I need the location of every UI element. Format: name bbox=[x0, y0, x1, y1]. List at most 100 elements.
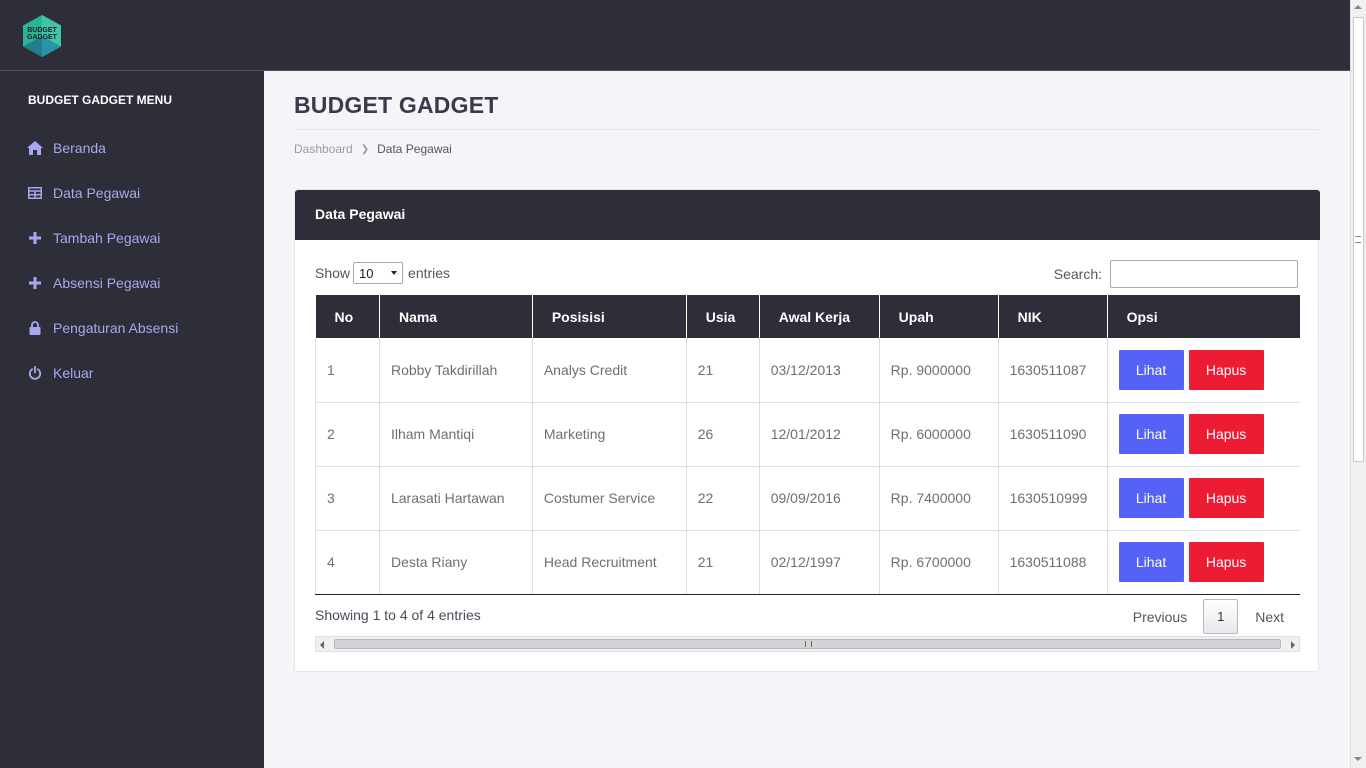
delete-button[interactable]: Hapus bbox=[1188, 349, 1264, 390]
delete-button[interactable]: Hapus bbox=[1188, 414, 1264, 454]
search-control: Search: bbox=[1054, 260, 1298, 288]
cell-usia: 21 bbox=[686, 338, 760, 403]
column-header-usia[interactable]: Usia bbox=[686, 295, 760, 338]
scroll-right-icon[interactable] bbox=[1291, 641, 1295, 649]
view-button[interactable]: Lihat bbox=[1118, 542, 1184, 582]
cell-no: 2 bbox=[315, 402, 380, 467]
show-label: Show bbox=[315, 265, 351, 281]
cell-opsi: Lihat Hapus bbox=[1107, 338, 1300, 403]
table-row: 4 Desta Riany Head Recruitment 21 02/12/… bbox=[315, 530, 1300, 595]
column-header-opsi: Opsi bbox=[1107, 295, 1300, 338]
next-page-button[interactable]: Next bbox=[1255, 609, 1284, 625]
table-row: 2 Ilham Mantiqi Marketing 26 12/01/2012 … bbox=[315, 402, 1300, 467]
scroll-left-icon[interactable] bbox=[320, 641, 324, 649]
sidebar-item-label: Tambah Pegawai bbox=[53, 230, 161, 246]
cell-upah: Rp. 6700000 bbox=[879, 530, 999, 595]
sidebar-item-label: Absensi Pegawai bbox=[53, 275, 161, 291]
sidebar-item-label: Beranda bbox=[53, 140, 106, 156]
cell-awal-kerja: 09/09/2016 bbox=[759, 466, 880, 531]
table-horizontal-scrollbar[interactable] bbox=[315, 636, 1300, 652]
pagination: Previous 1 Next bbox=[1133, 599, 1298, 634]
cell-awal-kerja: 02/12/1997 bbox=[759, 530, 880, 595]
home-icon bbox=[27, 140, 43, 156]
sidebar-title: BUDGET GADGET MENU bbox=[28, 93, 172, 107]
logo-text-line2: GADGET bbox=[27, 34, 57, 41]
column-header-nik[interactable]: NIK bbox=[998, 295, 1108, 338]
cell-posisi: Costumer Service bbox=[532, 466, 687, 531]
table-icon bbox=[27, 185, 43, 201]
cell-no: 3 bbox=[315, 466, 380, 531]
cell-upah: Rp. 9000000 bbox=[879, 338, 999, 403]
top-bar: BUDGET GADGET bbox=[0, 0, 1350, 71]
cell-upah: Rp. 6000000 bbox=[879, 402, 999, 467]
view-button[interactable]: Lihat bbox=[1118, 478, 1184, 518]
sidebar-item-data-pegawai[interactable]: Data Pegawai bbox=[27, 182, 140, 204]
entries-label: entries bbox=[408, 265, 451, 281]
column-header-upah[interactable]: Upah bbox=[879, 295, 999, 338]
page-scrollbar[interactable] bbox=[1350, 0, 1366, 768]
cell-nik: 1630511090 bbox=[998, 402, 1108, 467]
breadcrumb-dashboard-link[interactable]: Dashboard bbox=[294, 142, 353, 156]
plus-icon bbox=[27, 275, 43, 291]
page-length-control: Show 10 entries bbox=[315, 262, 450, 284]
search-label: Search: bbox=[1053, 266, 1102, 282]
plus-icon bbox=[27, 230, 43, 246]
card-header: Data Pegawai bbox=[295, 190, 1320, 240]
cell-nik: 1630510999 bbox=[998, 466, 1108, 531]
column-header-posisi[interactable]: Posisisi bbox=[532, 295, 687, 338]
cell-nik: 1630511088 bbox=[998, 530, 1108, 595]
page-1-button[interactable]: 1 bbox=[1203, 599, 1239, 634]
cell-no: 1 bbox=[315, 338, 380, 403]
column-header-nama[interactable]: Nama bbox=[379, 295, 533, 338]
data-pegawai-card: Data Pegawai Show 10 entries Search: No … bbox=[294, 189, 1320, 672]
chevron-down-icon bbox=[391, 271, 398, 275]
cell-opsi: Lihat Hapus bbox=[1107, 466, 1300, 531]
sidebar-item-absensi-pegawai[interactable]: Absensi Pegawai bbox=[27, 272, 160, 294]
search-input[interactable] bbox=[1110, 260, 1298, 288]
sidebar-item-beranda[interactable]: Beranda bbox=[27, 137, 106, 159]
delete-button[interactable]: Hapus bbox=[1188, 542, 1264, 582]
sidebar-item-tambah-pegawai[interactable]: Tambah Pegawai bbox=[27, 227, 160, 249]
scroll-down-icon[interactable] bbox=[1354, 757, 1362, 761]
brand-logo[interactable]: BUDGET GADGET bbox=[23, 15, 61, 57]
cell-usia: 21 bbox=[686, 530, 760, 595]
cell-nama: Ilham Mantiqi bbox=[379, 402, 533, 467]
column-header-no[interactable]: No bbox=[315, 295, 380, 338]
employee-table: No Nama Posisisi Usia Awal Kerja Upah NI… bbox=[315, 295, 1300, 595]
scroll-up-icon[interactable] bbox=[1354, 5, 1362, 9]
table-row: 1 Robby Takdirillah Analys Credit 21 03/… bbox=[315, 338, 1300, 403]
column-header-awal-kerja[interactable]: Awal Kerja bbox=[759, 295, 880, 338]
cell-opsi: Lihat Hapus bbox=[1107, 402, 1300, 467]
card-title: Data Pegawai bbox=[315, 206, 406, 222]
table-scrollbar-thumb[interactable] bbox=[334, 639, 1281, 649]
scroll-grip-icon bbox=[805, 641, 812, 647]
page-length-select[interactable]: 10 bbox=[353, 262, 404, 284]
cell-nama: Robby Takdirillah bbox=[379, 338, 533, 403]
sidebar-item-pengaturan-absensi[interactable]: Pengaturan Absensi bbox=[27, 317, 178, 339]
table-row: 3 Larasati Hartawan Costumer Service 22 … bbox=[315, 466, 1300, 531]
cell-posisi: Analys Credit bbox=[532, 338, 687, 403]
view-button[interactable]: Lihat bbox=[1118, 349, 1184, 390]
delete-button[interactable]: Hapus bbox=[1188, 478, 1264, 518]
previous-page-button[interactable]: Previous bbox=[1133, 609, 1187, 625]
cell-nama: Desta Riany bbox=[379, 530, 533, 595]
cell-posisi: Head Recruitment bbox=[532, 530, 687, 595]
power-icon bbox=[27, 365, 43, 381]
breadcrumb: Dashboard ❯ Data Pegawai bbox=[294, 142, 452, 156]
sidebar: BUDGET GADGET MENU Beranda Data Pegawai … bbox=[0, 71, 264, 768]
cell-upah: Rp. 7400000 bbox=[879, 466, 999, 531]
sidebar-item-label: Pengaturan Absensi bbox=[53, 320, 179, 336]
cell-usia: 26 bbox=[686, 402, 760, 467]
view-button[interactable]: Lihat bbox=[1118, 414, 1184, 454]
logo-text-line1: BUDGET bbox=[27, 27, 57, 34]
table-header-row: No Nama Posisisi Usia Awal Kerja Upah NI… bbox=[315, 295, 1300, 338]
title-divider bbox=[294, 129, 1319, 130]
cell-awal-kerja: 03/12/2013 bbox=[759, 338, 880, 403]
cell-no: 4 bbox=[315, 530, 380, 595]
logo-text: BUDGET GADGET bbox=[23, 27, 61, 41]
sidebar-item-keluar[interactable]: Keluar bbox=[27, 362, 93, 384]
chevron-right-icon: ❯ bbox=[360, 143, 370, 155]
cell-nama: Larasati Hartawan bbox=[379, 466, 533, 531]
cell-opsi: Lihat Hapus bbox=[1107, 530, 1300, 595]
breadcrumb-current: Data Pegawai bbox=[377, 142, 452, 156]
